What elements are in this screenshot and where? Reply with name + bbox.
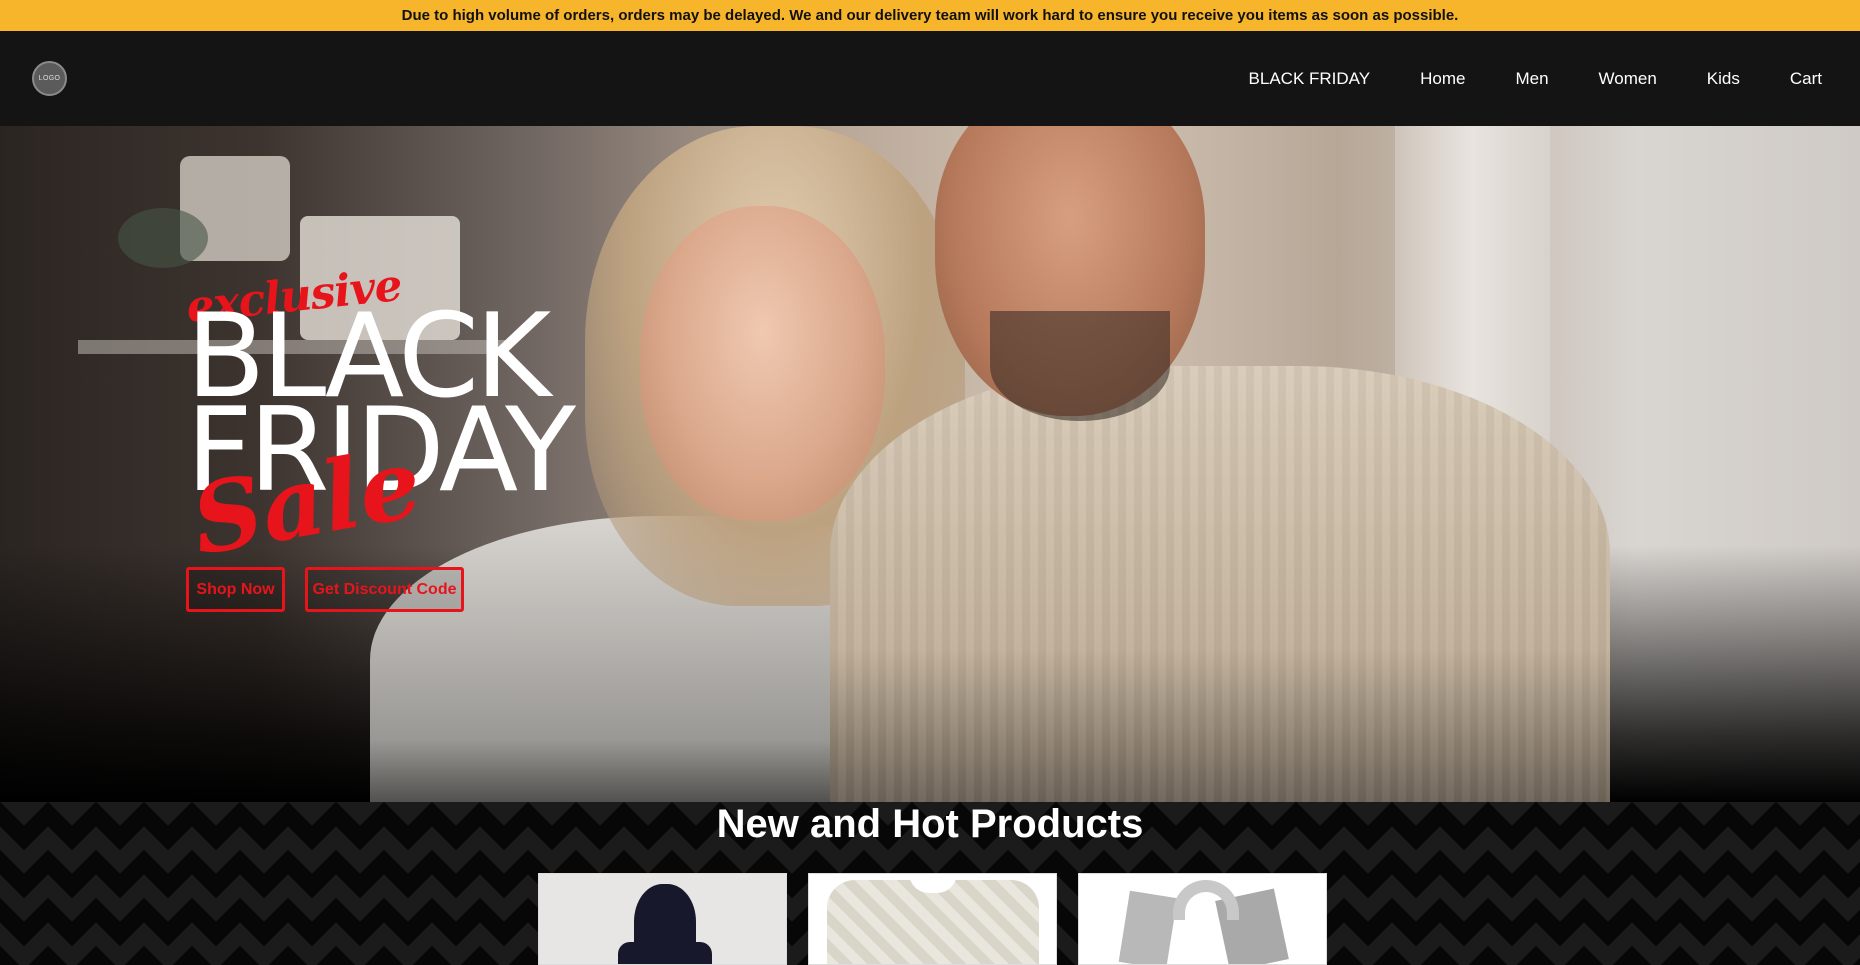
nav-link-men[interactable]: Men — [1515, 69, 1548, 89]
hoodie-image — [539, 874, 786, 964]
shop-now-button[interactable]: Shop Now — [186, 567, 285, 612]
nav-link-cart[interactable]: Cart — [1790, 69, 1822, 89]
nav-link-kids[interactable]: Kids — [1707, 69, 1740, 89]
nav-links: BLACK FRIDAY Home Men Women Kids Cart — [1249, 31, 1822, 126]
nav-link-black-friday[interactable]: BLACK FRIDAY — [1249, 69, 1371, 89]
logo[interactable]: LOGO — [32, 61, 67, 96]
hero-banner: exclusive BLACK FRIDAY Sale Shop Now Get… — [0, 126, 1860, 802]
logo-text: LOGO — [38, 75, 61, 82]
scarf-icon — [1118, 890, 1178, 964]
announcement-bar: Due to high volume of orders, orders may… — [0, 0, 1860, 31]
man-beard-shape — [990, 311, 1170, 421]
knit-sweater-image — [809, 874, 1056, 964]
product-card[interactable] — [538, 873, 787, 965]
woman-face-shape — [640, 206, 885, 521]
scarf-icon — [1173, 880, 1239, 920]
products-section: New and Hot Products — [0, 802, 1860, 965]
announcement-text: Due to high volume of orders, orders may… — [401, 7, 1459, 24]
main-navigation: LOGO BLACK FRIDAY Home Men Women Kids Ca… — [0, 31, 1860, 126]
nav-link-home[interactable]: Home — [1420, 69, 1465, 89]
get-discount-code-button[interactable]: Get Discount Code — [305, 567, 464, 612]
sweater-icon — [827, 874, 1039, 964]
man-sweater-shape — [830, 366, 1610, 802]
nav-link-women[interactable]: Women — [1599, 69, 1657, 89]
product-card[interactable] — [808, 873, 1057, 965]
hoodie-icon — [618, 884, 712, 964]
plant-decoration — [118, 208, 208, 268]
section-title: New and Hot Products — [716, 802, 1144, 846]
product-card[interactable] — [1078, 873, 1327, 965]
scarf-image — [1079, 874, 1326, 964]
